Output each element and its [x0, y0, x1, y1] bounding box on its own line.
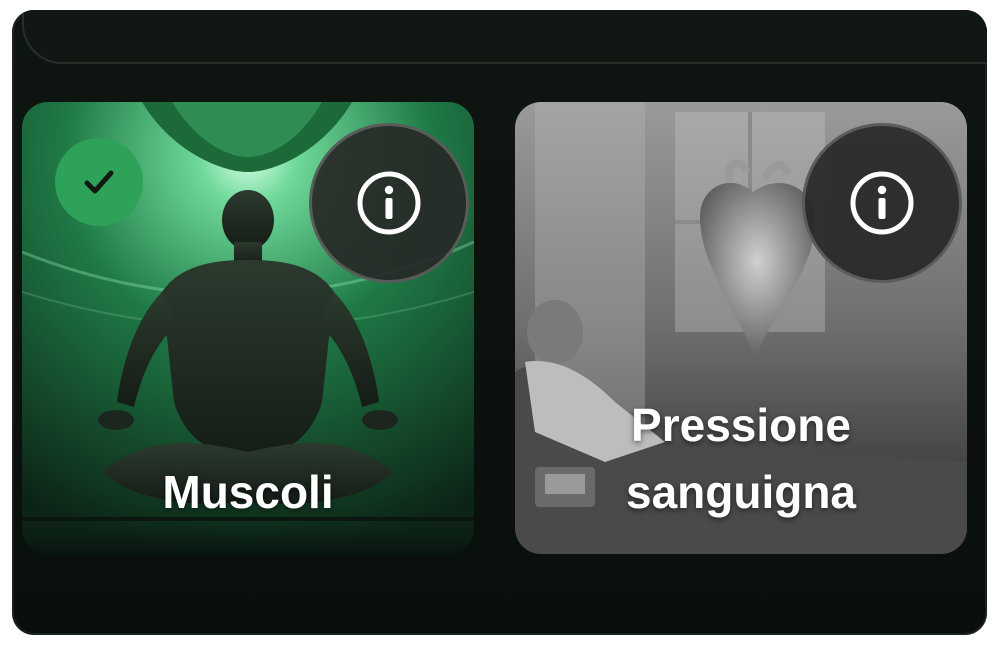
info-icon: [850, 171, 914, 235]
info-icon: [357, 171, 421, 235]
topic-card-muscoli[interactable]: Muscoli: [22, 102, 474, 554]
card-title: Muscoli: [162, 466, 334, 518]
topic-selection-panel: Muscoli Pressione sanguigna: [12, 10, 987, 635]
checkmark-icon: [84, 170, 114, 194]
card-title-line: sanguigna: [625, 465, 857, 518]
card-title-line: Pressione: [631, 399, 851, 451]
topic-card-pressione-sanguigna[interactable]: Pressione sanguigna: [515, 102, 967, 554]
selected-badge: [55, 138, 143, 226]
info-button[interactable]: [802, 123, 962, 283]
card-title: Pressione sanguigna: [515, 392, 967, 525]
info-button[interactable]: [309, 123, 469, 283]
